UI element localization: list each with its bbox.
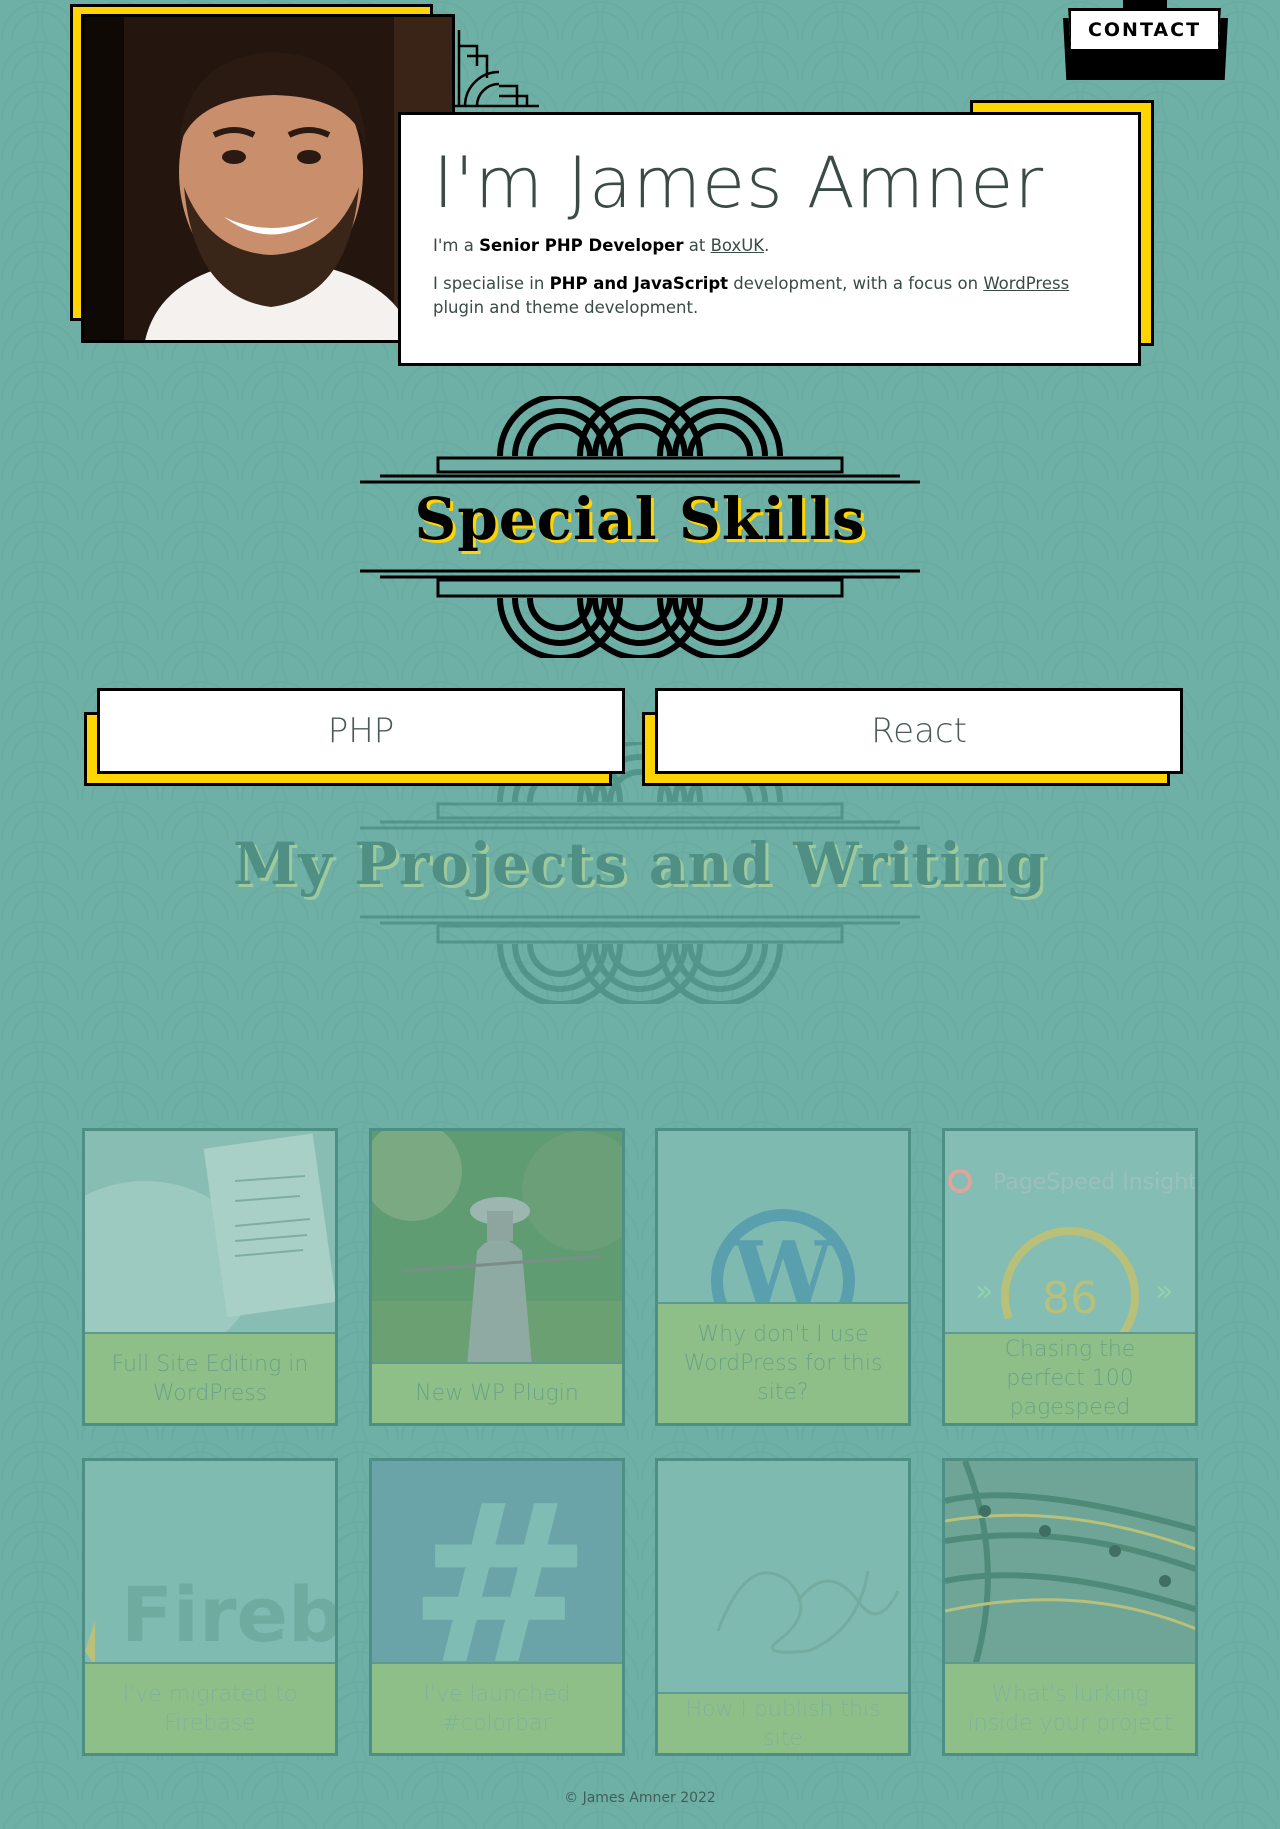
project-title: Chasing the perfect 100 pagespeed [945,1332,1195,1423]
project-title: I've migrated to Firebase [85,1662,335,1753]
role-prefix: I'm a [433,236,480,255]
project-title: New WP Plugin [372,1362,622,1423]
farmer-photo [372,1131,622,1366]
project-title: How I publish this site [658,1692,908,1753]
hash-symbol: # [372,1461,622,1666]
svg-text:»: » [1155,1274,1173,1309]
firebase-logo: Fireba [85,1461,335,1666]
contact-button[interactable]: CONTACT [1068,8,1221,52]
footer-copyright: © James Amner 2022 [564,1790,716,1806]
svg-text:»: » [975,1274,993,1309]
project-card-colorbar[interactable]: # I've launched #colorbar [369,1458,625,1756]
role-mid: at [683,236,711,255]
role-suffix: . [764,236,770,255]
skill-php: PHP [97,688,625,774]
project-card-pagespeed[interactable]: PageSpeed Insights 86 » » Chasing the perfe… [942,1128,1198,1426]
laptop-photo [85,1131,335,1336]
project-title: What's lurking inside your project [945,1662,1195,1753]
cables-photo [945,1461,1195,1666]
project-title: I've launched #colorbar [372,1662,622,1753]
wordpress-logo: W [658,1131,908,1306]
specialty-mid: development, with a focus on [728,274,984,293]
project-card-why-not-wordpress[interactable]: W Why don't I use WordPress for this sit… [655,1128,911,1426]
wordpress-link[interactable]: WordPress [983,274,1069,293]
skills-heading: Special Skills [414,485,866,553]
pagespeed-score: PageSpeed Insights 86 » » [945,1131,1195,1336]
contact-container: CONTACT [1063,0,1228,82]
page-title: I'm James Amner [433,142,1045,224]
projects-heading: My Projects and Writing [233,830,1047,898]
firebase-wordmark: Fireba [121,1570,335,1659]
project-card-firebase[interactable]: Fireba I've migrated to Firebase [82,1458,338,1756]
specialty-prefix: I specialise in [433,274,550,293]
project-title: Why don't I use WordPress for this site? [658,1302,908,1423]
project-card-lurking-inside[interactable]: What's lurking inside your project [942,1458,1198,1756]
project-title: Full Site Editing in WordPress [85,1332,335,1423]
pagespeed-score-number: 86 [1042,1273,1098,1324]
pagespeed-label: PageSpeed Insights [993,1170,1195,1195]
intro-card: I'm James Amner I'm a Senior PHP Develop… [398,112,1141,366]
intro-specialty-line: I specialise in PHP and JavaScript devel… [433,272,1106,320]
specialty-suffix: plugin and theme development. [433,298,699,317]
intro-role-line: I'm a Senior PHP Developer at BoxUK. [433,234,1106,258]
skill-react: React [655,688,1183,774]
specialty-skills: PHP and JavaScript [549,274,729,293]
hash-glyph: # [408,1461,592,1666]
role-title: Senior PHP Developer [479,236,684,255]
project-card-full-site-editing[interactable]: Full Site Editing in WordPress [82,1128,338,1426]
svg-text:W: W [731,1222,835,1306]
company-link[interactable]: BoxUK [711,236,765,255]
project-card-publish-site[interactable]: How I publish this site [655,1458,911,1756]
art-deco-corner-ornament [455,30,539,108]
script-lettering [658,1461,908,1696]
project-card-new-wp-plugin[interactable]: New WP Plugin [369,1128,625,1426]
